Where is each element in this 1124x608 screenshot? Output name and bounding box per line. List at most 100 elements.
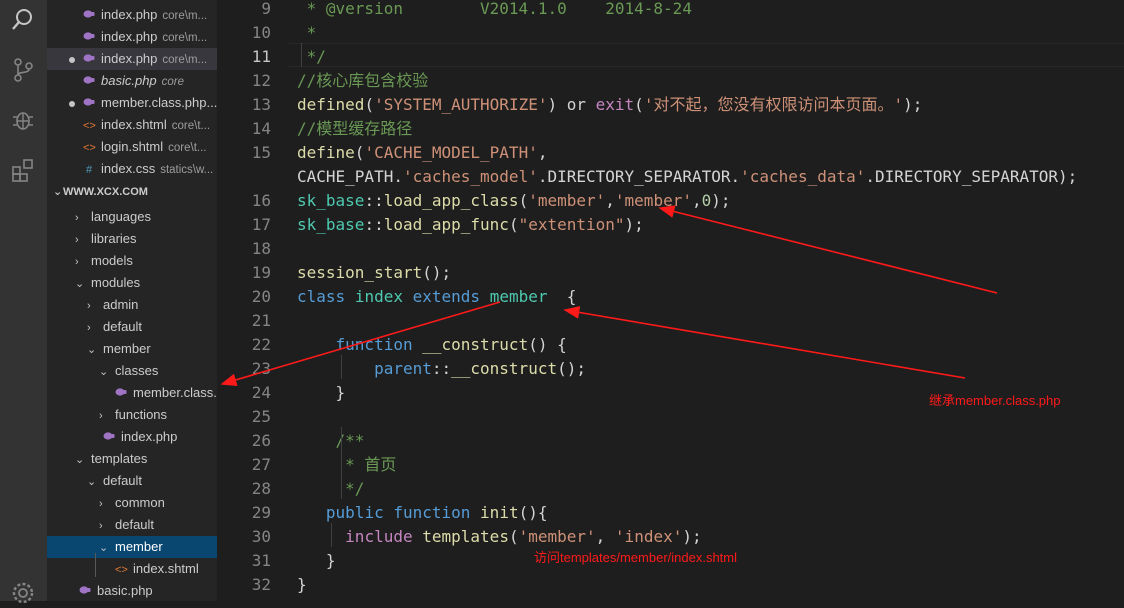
code-token: "extention" (518, 215, 625, 234)
chevron-right-icon: › (99, 498, 103, 510)
search-icon[interactable] (8, 5, 38, 35)
code-token: ); (624, 215, 644, 234)
php-file-icon (83, 93, 95, 114)
folder-item[interactable]: › default (47, 316, 217, 338)
code-token: ( (508, 527, 519, 546)
php-file-icon (83, 5, 95, 26)
open-editor-path: core\m... (162, 32, 208, 44)
activity-bar (0, 0, 47, 604)
chevron-down-icon: ⌄ (99, 366, 109, 378)
open-editor-name: index.css (101, 161, 156, 176)
debug-icon[interactable] (8, 105, 38, 135)
file-item[interactable]: <> index.shtml (47, 558, 217, 580)
open-editor-path: statics\w... (160, 164, 214, 176)
chevron-right-icon: › (87, 300, 91, 312)
code-token: include (345, 527, 413, 546)
open-editor-item[interactable]: index.php core\m... (47, 48, 217, 70)
folder-item[interactable]: › admin (47, 294, 217, 316)
chevron-down-icon: ⌄ (87, 344, 97, 356)
indent-guide (341, 355, 342, 379)
line-number: 31 (251, 551, 271, 570)
code-editor[interactable]: * @version V2014.1.0 2014-8-24 * */ //核心库… (297, 0, 1124, 601)
line-number: 26 (251, 431, 271, 450)
file-item[interactable]: basic.php (47, 580, 217, 601)
folder-item[interactable]: ⌄ default (47, 470, 217, 492)
code-token: load_app_class (383, 191, 519, 210)
code-token: public (325, 503, 384, 522)
open-editor-item[interactable]: member.class.php... (47, 92, 217, 114)
open-editor-item[interactable]: <> login.shtml core\t... (47, 136, 217, 158)
open-editor-item[interactable]: <> index.shtml core\t... (47, 114, 217, 136)
code-line: * (297, 21, 317, 45)
folder-section-header[interactable]: ⌄WWW.XCX.COM (47, 181, 217, 203)
indent-guide (341, 427, 342, 499)
settings-gear-icon[interactable] (8, 578, 38, 608)
code-line: } (297, 381, 346, 405)
folder-item[interactable]: ⌄ templates (47, 448, 217, 470)
code-line: sk_base::load_app_func("extention"); (297, 213, 644, 237)
code-token: ); (1058, 167, 1078, 186)
folder-item[interactable]: › languages (47, 206, 217, 228)
php-file-icon (79, 581, 91, 601)
line-number: 13 (251, 95, 271, 114)
file-item[interactable]: index.php (47, 426, 217, 448)
code-token: ( (364, 95, 375, 114)
source-control-icon[interactable] (8, 55, 38, 85)
template-annotation: 访问templates/member/index.shtml (534, 550, 738, 565)
open-editor-path: core\m... (162, 54, 208, 66)
line-number: 22 (251, 335, 271, 354)
code-token: ) (547, 95, 567, 114)
folder-item[interactable]: ⌄ member (47, 338, 217, 360)
line-number: 27 (251, 455, 271, 474)
open-editor-item[interactable]: # index.css statics\w... (47, 158, 217, 180)
line-number: 28 (251, 479, 271, 498)
file-item[interactable]: member.class.php (47, 382, 217, 404)
code-line: session_start(); (297, 261, 451, 285)
folder-item[interactable]: › models (47, 250, 217, 272)
code-token: ( (634, 95, 644, 114)
code-token: //核心库包含校验 (297, 71, 429, 90)
folder-item[interactable]: › functions (47, 404, 217, 426)
folder-title: WWW.XCX.COM (63, 186, 148, 198)
tree-item-label: default (115, 517, 155, 532)
open-editor-name: basic.php (101, 73, 157, 88)
code-token: () { (528, 335, 567, 354)
folder-item[interactable]: ⌄ member (47, 536, 217, 558)
php-file-icon (103, 427, 115, 448)
code-token: session_start (297, 263, 423, 282)
chevron-down-icon: ⌄ (75, 278, 85, 290)
extensions-icon[interactable] (8, 155, 38, 185)
code-token: 'caches_data' (740, 167, 866, 186)
line-number: 14 (251, 119, 271, 138)
chevron-down-icon: ⌄ (99, 542, 109, 554)
tree-item-label: common (115, 495, 165, 510)
code-token: 0 (701, 191, 712, 210)
tree-item-label: libraries (91, 231, 137, 246)
folder-item[interactable]: › libraries (47, 228, 217, 250)
html-file-icon: <> (115, 564, 128, 576)
open-editor-item[interactable]: basic.php core (47, 70, 217, 92)
code-token: * 首页 (297, 455, 397, 474)
code-token: ); (711, 191, 731, 210)
folder-item[interactable]: › default (47, 514, 217, 536)
tree-item-label: index.php (121, 429, 178, 444)
code-token: :: (364, 215, 384, 234)
folder-item[interactable]: ⌄ classes (47, 360, 217, 382)
line-number: 11 (251, 47, 271, 66)
line-number: 12 (251, 71, 271, 90)
folder-item[interactable]: › common (47, 492, 217, 514)
code-token: ); (682, 527, 702, 546)
folder-item[interactable]: ⌄ modules (47, 272, 217, 294)
open-editor-item[interactable]: index.php core\m... (47, 4, 217, 26)
code-line: defined('SYSTEM_AUTHORIZE') or exit('对不起… (297, 93, 922, 117)
code-token: //模型缓存路径 (297, 119, 413, 138)
code-token: __construct (422, 335, 529, 354)
open-editor-item[interactable]: index.php core\m... (47, 26, 217, 48)
open-editor-path: core (161, 76, 185, 88)
tree-item-label: member.class.php (133, 385, 217, 400)
code-token: '对不起，您没有权限访问本页面。' (643, 95, 904, 114)
chevron-right-icon: › (99, 520, 103, 532)
